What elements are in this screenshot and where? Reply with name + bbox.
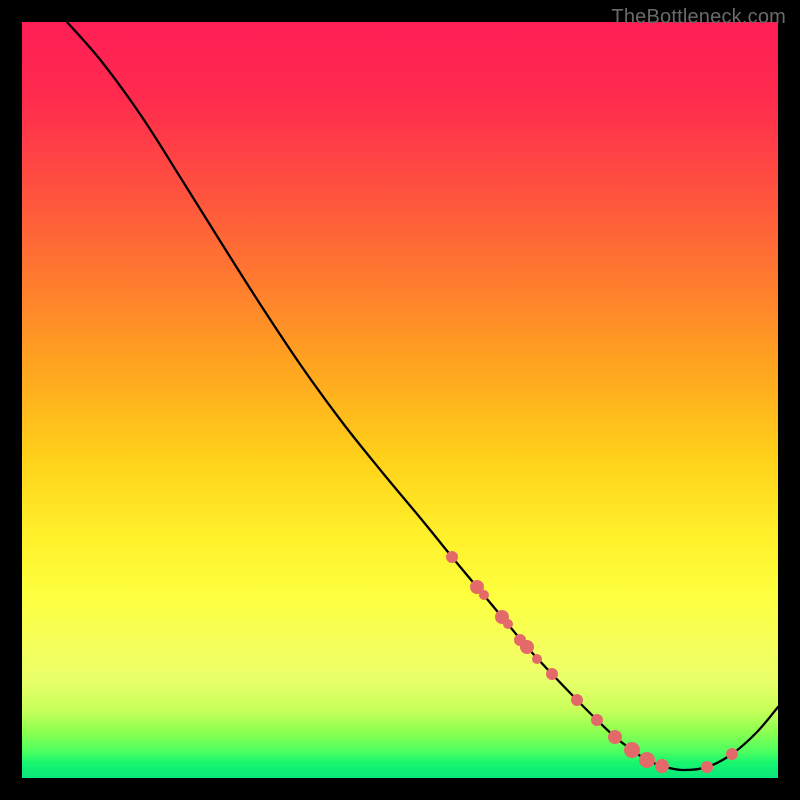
highlight-dot: [503, 619, 513, 629]
curve-svg: [22, 22, 778, 778]
watermark-text: TheBottleneck.com: [611, 6, 786, 29]
highlight-dot: [571, 694, 583, 706]
highlight-dot: [479, 590, 489, 600]
highlight-dot: [701, 761, 713, 773]
highlight-dot: [624, 742, 640, 758]
highlight-dot: [591, 714, 603, 726]
highlight-dot: [532, 654, 542, 664]
highlight-dot: [608, 730, 622, 744]
highlight-dot: [446, 551, 458, 563]
highlight-dot: [655, 759, 669, 773]
chart-frame: TheBottleneck.com: [0, 0, 800, 800]
bottleneck-curve: [67, 22, 778, 770]
highlight-dot: [546, 668, 558, 680]
highlight-dot: [726, 748, 738, 760]
highlight-dot: [639, 752, 655, 768]
plot-area: [22, 22, 778, 778]
highlight-dot: [520, 640, 534, 654]
highlight-dots: [446, 551, 738, 773]
